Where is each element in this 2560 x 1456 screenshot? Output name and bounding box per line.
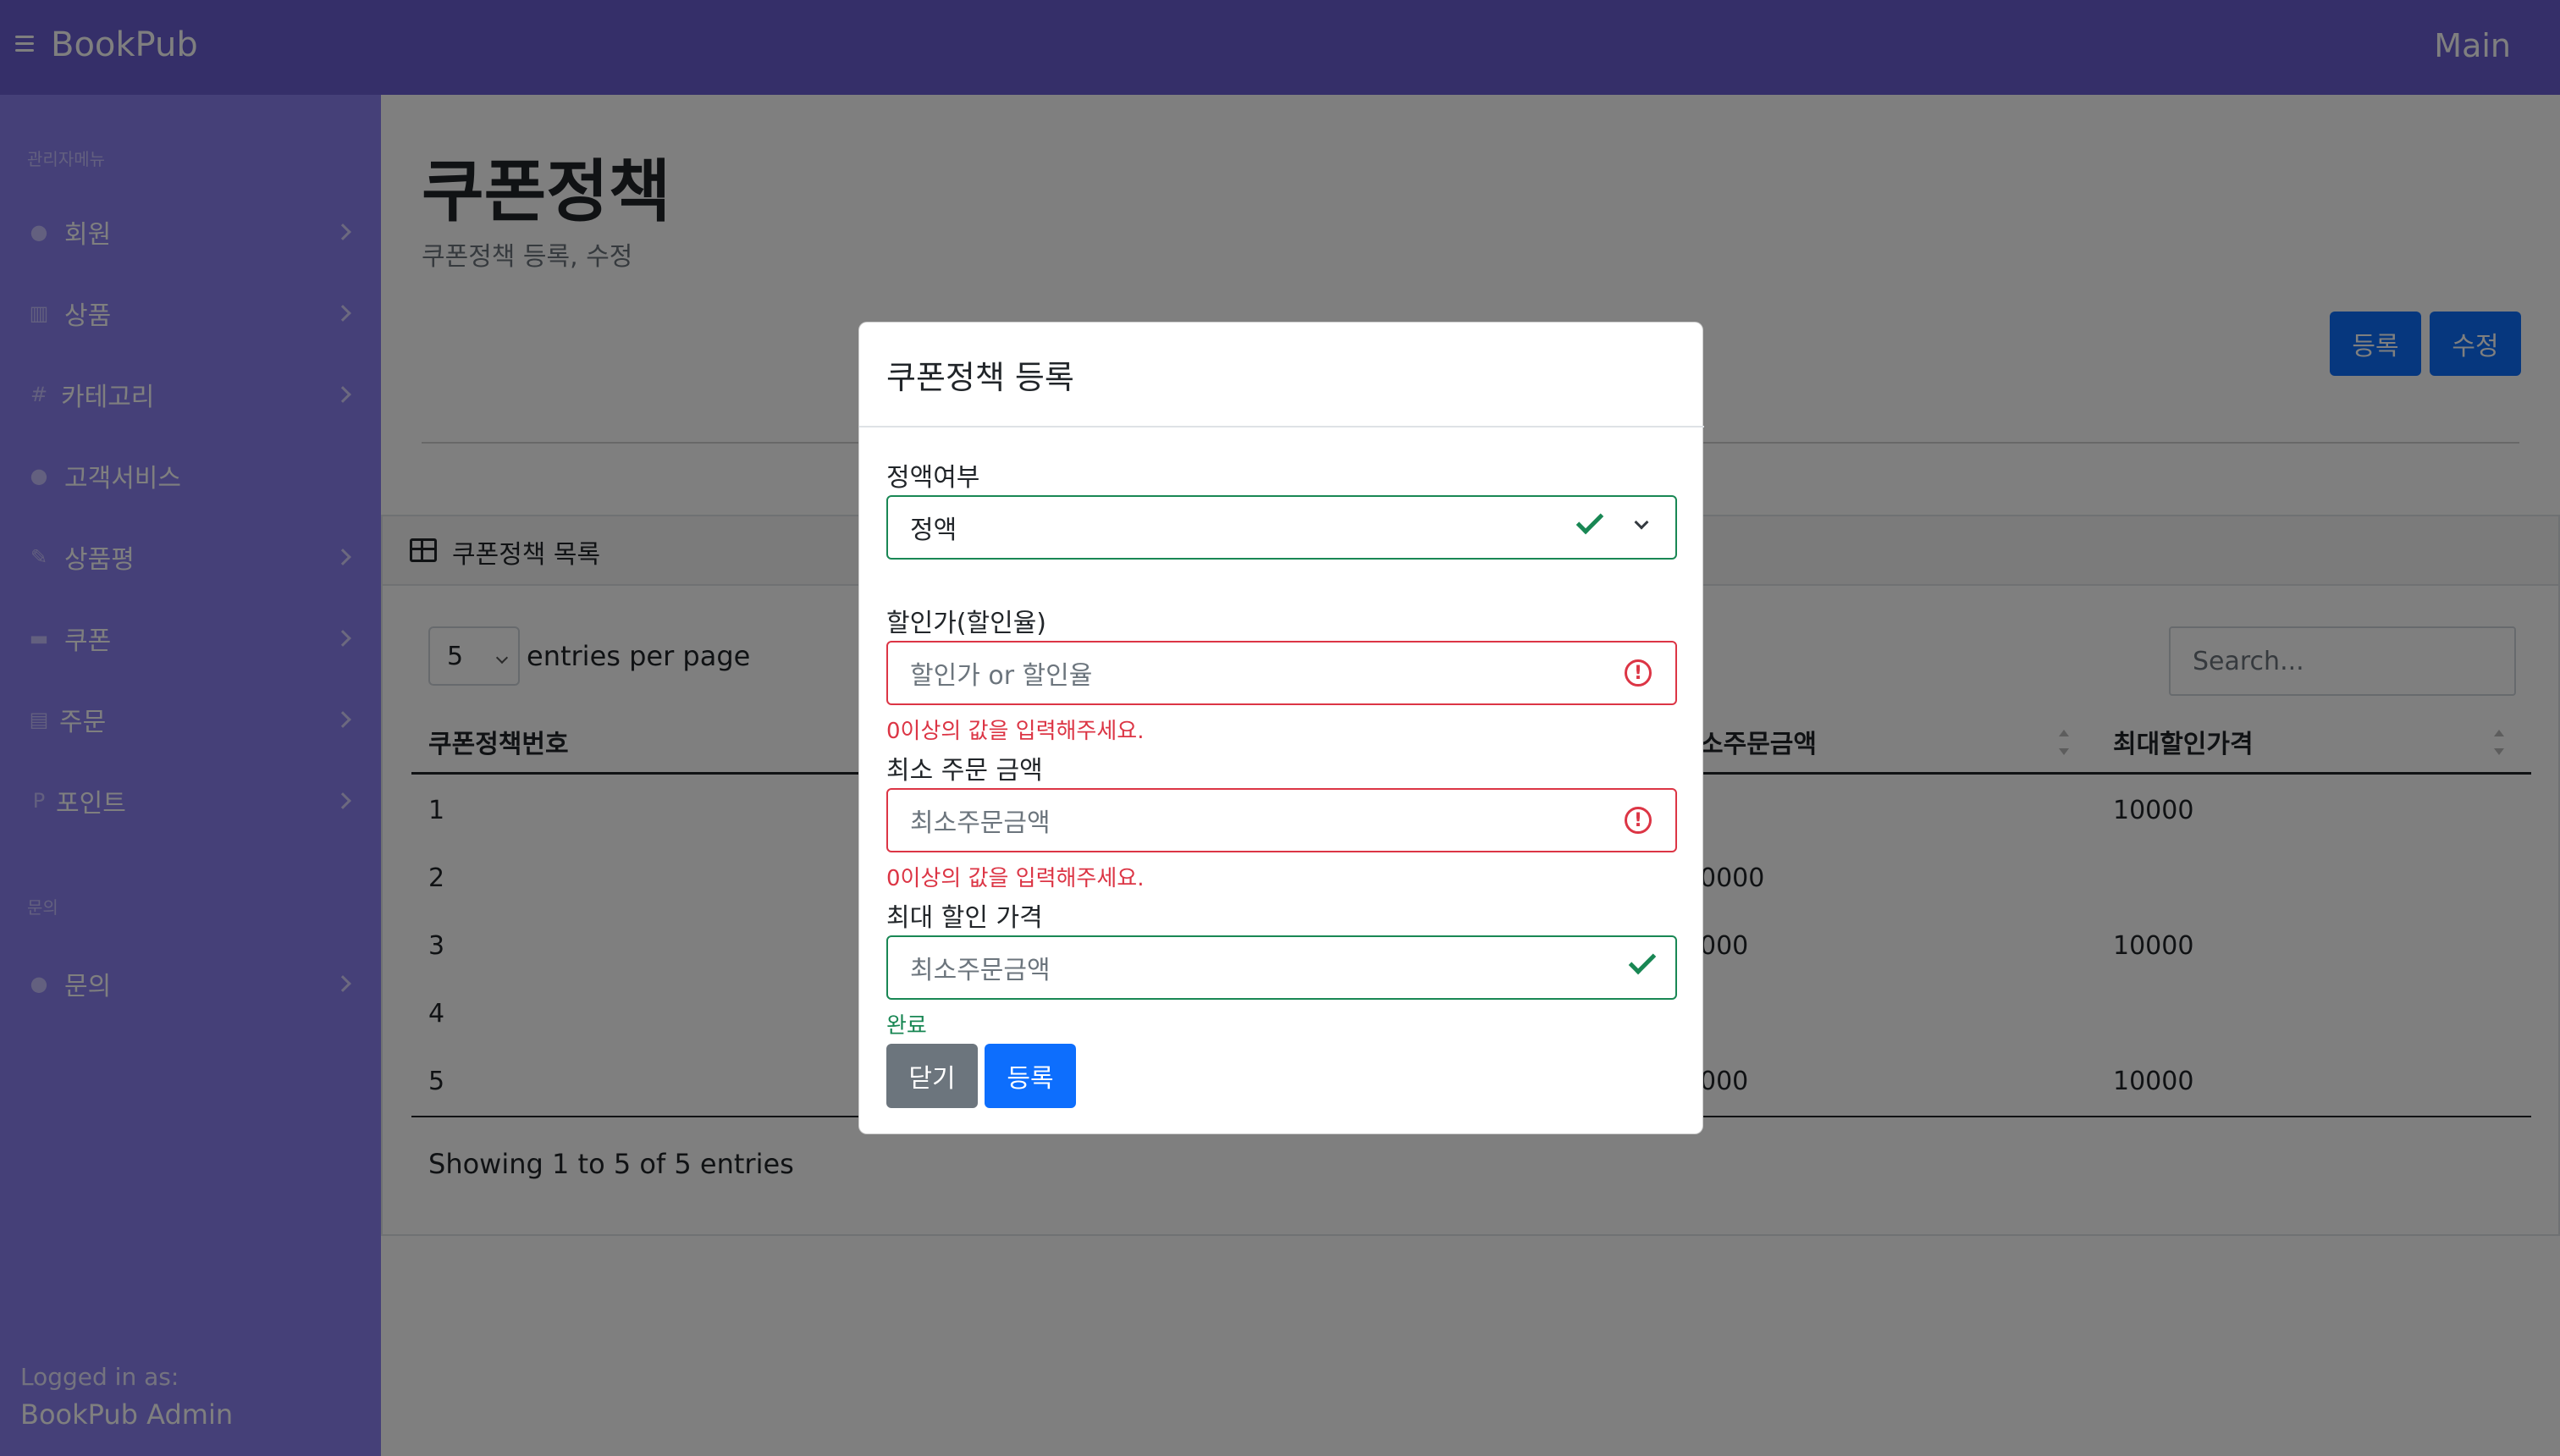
fixed-amount-value: 정액 xyxy=(910,516,957,545)
min-order-input[interactable]: 최소주문금액 ! xyxy=(886,788,1677,852)
chevron-down-icon xyxy=(1634,515,1649,530)
min-order-placeholder: 최소주문금액 xyxy=(910,808,1051,838)
discount-error: 0이상의 값을 입력해주세요. xyxy=(886,719,1145,744)
discount-placeholder: 할인가 or 할인율 xyxy=(910,661,1093,691)
discount-input[interactable]: 할인가 or 할인율 ! xyxy=(886,641,1677,705)
max-discount-label: 최대 할인 가격 xyxy=(886,903,1043,933)
exclamation-circle-icon: ! xyxy=(1625,659,1652,687)
max-discount-input[interactable]: 최소주문금액 xyxy=(886,935,1677,1000)
close-button[interactable]: 닫기 xyxy=(886,1044,978,1108)
discount-label: 할인가(할인율) xyxy=(886,609,1047,638)
modal-header-divider xyxy=(859,426,1704,427)
max-discount-placeholder: 최소주문금액 xyxy=(910,956,1051,985)
check-icon xyxy=(1628,946,1657,975)
fixed-amount-select[interactable]: 정액 xyxy=(886,495,1677,560)
min-order-label: 최소 주문 금액 xyxy=(886,756,1043,786)
check-icon xyxy=(1575,506,1604,535)
modal-title: 쿠폰정책 등록 xyxy=(886,359,1074,396)
max-discount-valid-message: 완료 xyxy=(886,1013,927,1039)
coupon-policy-register-modal: 쿠폰정책 등록 정액여부 정액 할인가(할인율) 할인가 or 할인율 ! 0이… xyxy=(858,322,1704,1134)
submit-button[interactable]: 등록 xyxy=(985,1044,1076,1108)
min-order-error: 0이상의 값을 입력해주세요. xyxy=(886,866,1145,891)
fixed-amount-label: 정액여부 xyxy=(886,463,980,493)
exclamation-circle-icon: ! xyxy=(1625,807,1652,834)
